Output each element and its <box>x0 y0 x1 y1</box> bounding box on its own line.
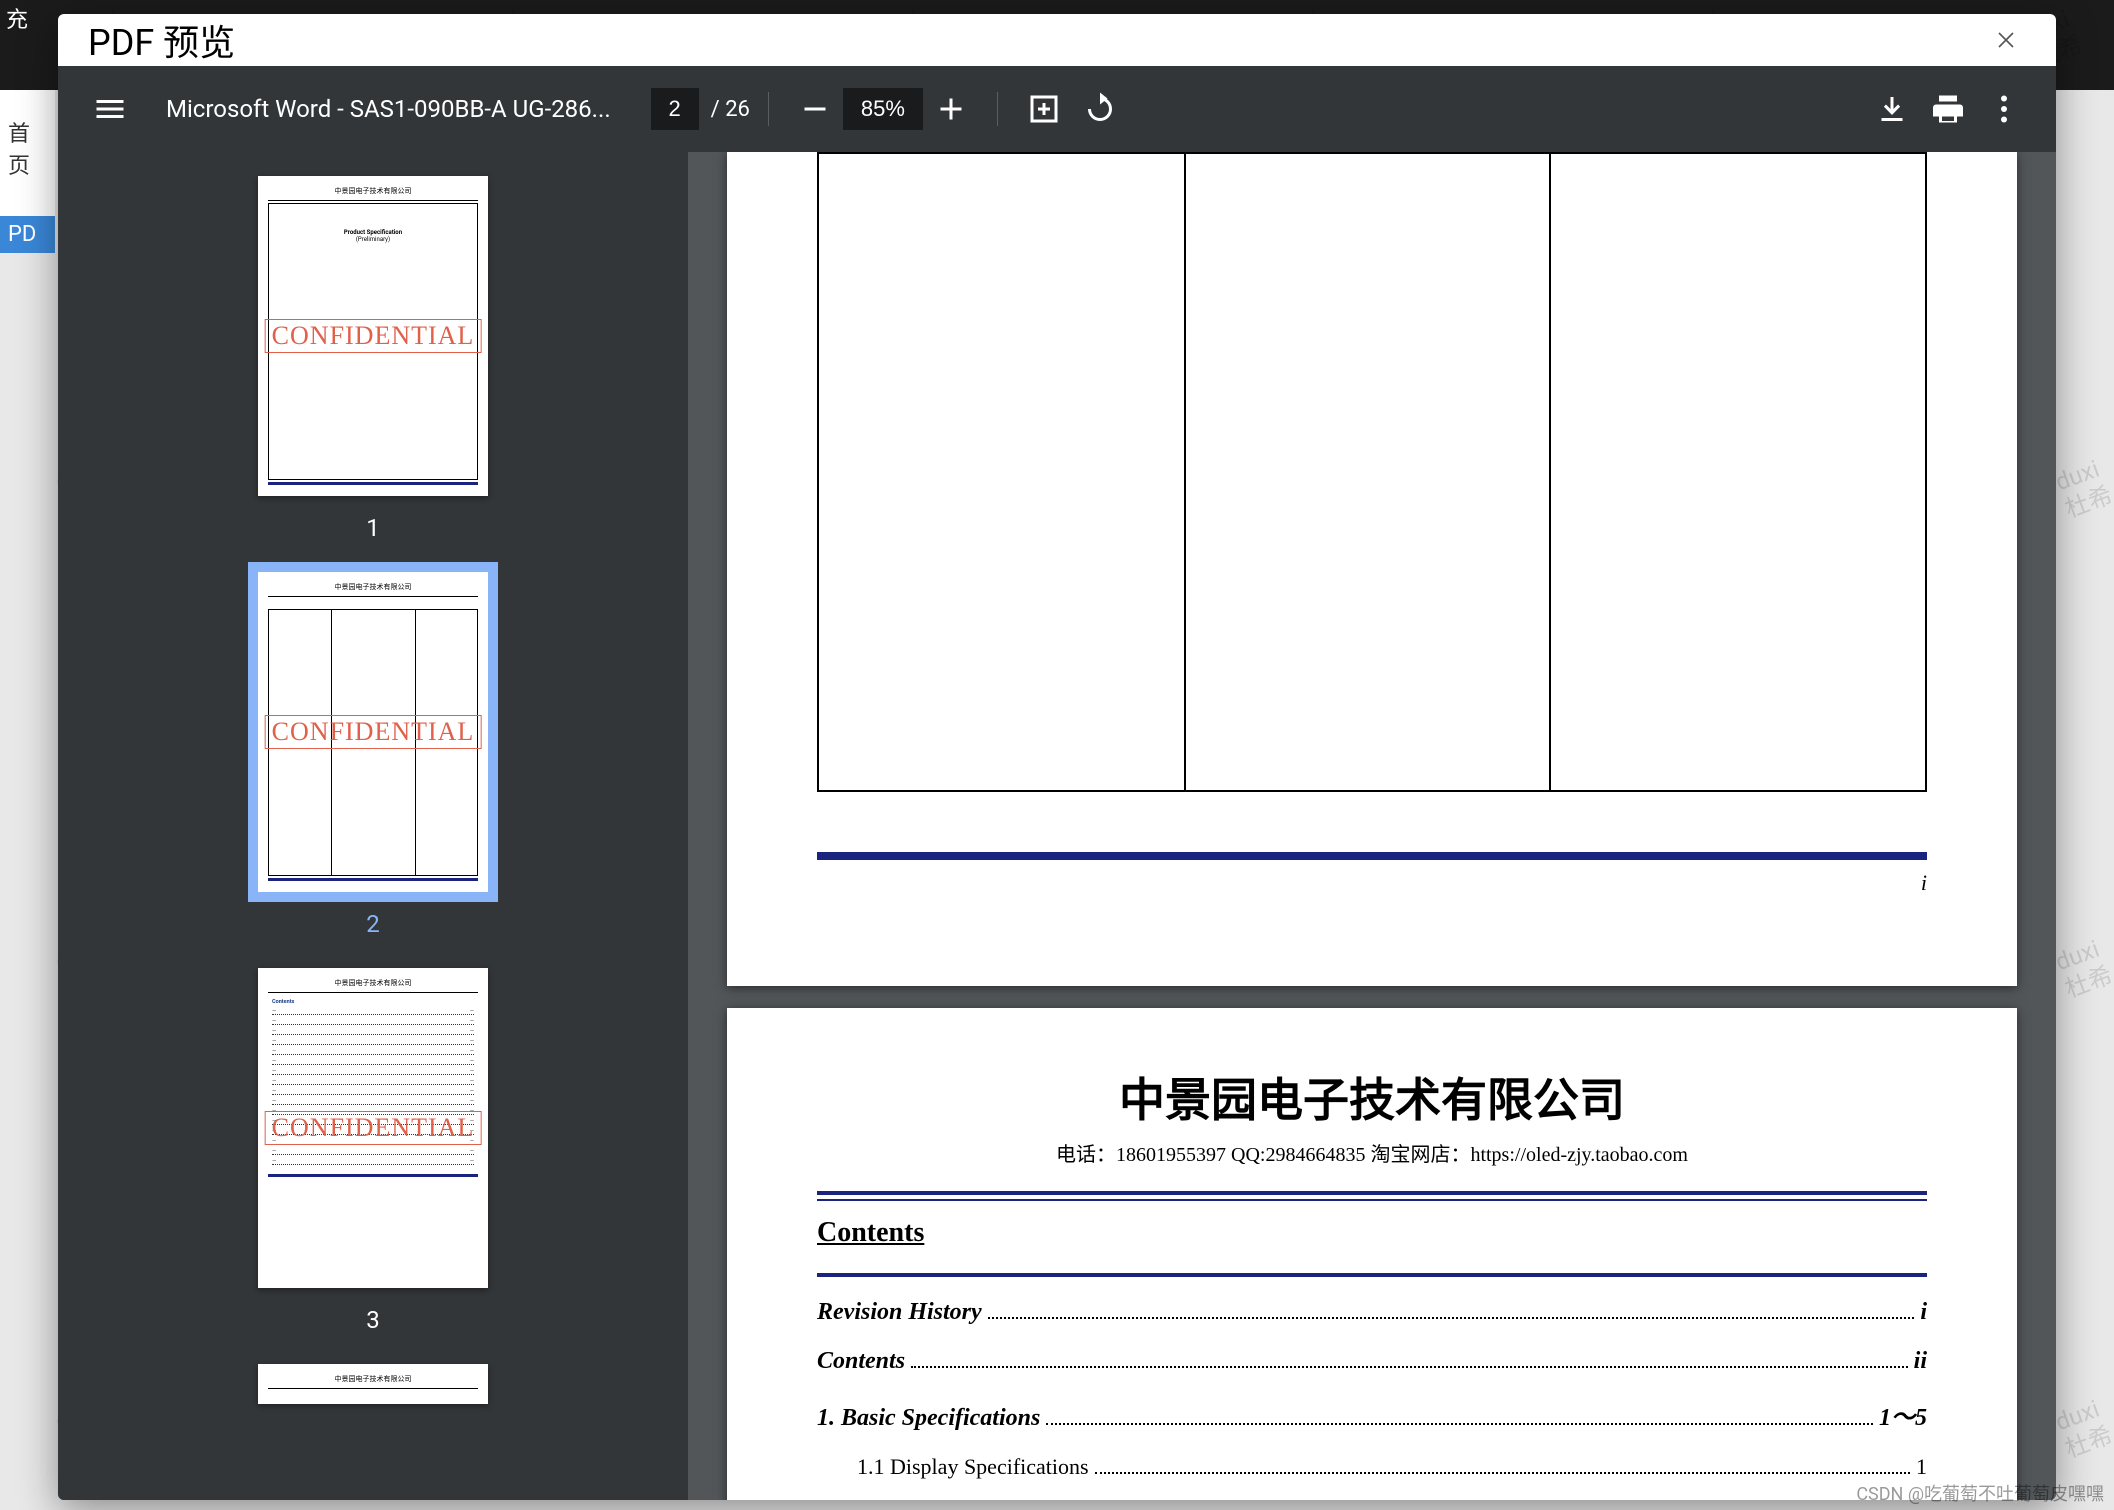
pdf-body: 中景园电子技术有限公司 Product Specification (Preli… <box>58 152 2056 1500</box>
company-name: 中景园电子技术有限公司 <box>817 1064 1927 1130</box>
thumbnail-page-4: 中景园电子技术有限公司 <box>258 1364 488 1404</box>
rotate-icon <box>1082 91 1118 127</box>
sidebar-toggle-button[interactable] <box>82 81 138 137</box>
zoom-in-button[interactable] <box>923 81 979 137</box>
print-button[interactable] <box>1920 81 1976 137</box>
bg-partial-text: 充 <box>6 2 28 34</box>
thumbnail-number: 3 <box>366 1306 380 1334</box>
toc-row: 1.1 Display Specifications 1 <box>817 1454 1927 1480</box>
page-2-content: i <box>727 152 2017 986</box>
toc-row: Contents ii <box>817 1348 1927 1375</box>
menu-icon <box>92 91 128 127</box>
rotate-button[interactable] <box>1072 81 1128 137</box>
bg-side-tabs: 首页 PD <box>0 90 55 220</box>
toc-row: 1. Basic Specifications 1～5 <box>817 1397 1927 1432</box>
page-view-area[interactable]: i 中景园电子技术有限公司 电话：18601955397 QQ:29846648… <box>688 152 2056 1500</box>
page-number-i: i <box>1921 870 1927 896</box>
page-2-bottom-rule <box>817 852 1927 860</box>
toc-page: 1～5 <box>1879 1397 1927 1432</box>
pdf-toolbar: Microsoft Word - SAS1-090BB-A UG-286... … <box>58 66 2056 152</box>
fit-page-button[interactable] <box>1016 81 1072 137</box>
thumb-header: 中景园电子技术有限公司 <box>268 1374 478 1384</box>
thumbnail-item[interactable]: 中景园电子技术有限公司 CONFIDENTIAL 2 <box>58 572 688 938</box>
thumbnail-page-3: 中景园电子技术有限公司 Contents —— —— —— —— —— —— —… <box>258 968 488 1288</box>
contents-underline <box>817 1273 1927 1277</box>
document-title: Microsoft Word - SAS1-090BB-A UG-286... <box>166 95 611 123</box>
thumbnail-page-2: 中景园电子技术有限公司 CONFIDENTIAL <box>258 572 488 892</box>
thumbnail-item[interactable]: 中景园电子技术有限公司 <box>58 1364 688 1404</box>
dialog-title: PDF 预览 <box>88 14 235 66</box>
toc-label: Revision History <box>817 1299 982 1326</box>
minus-icon <box>797 91 833 127</box>
company-contact: 电话：18601955397 QQ:2984664835 淘宝网店：https:… <box>817 1138 1927 1167</box>
toolbar-divider <box>768 92 769 126</box>
more-menu-button[interactable] <box>1976 81 2032 137</box>
contents-heading: Contents <box>817 1217 1927 1249</box>
thumbnail-page-1: 中景园电子技术有限公司 Product Specification (Preli… <box>258 176 488 496</box>
download-button[interactable] <box>1864 81 1920 137</box>
plus-icon <box>933 91 969 127</box>
toc-dots <box>988 1317 1915 1319</box>
confidential-stamp: CONFIDENTIAL <box>265 319 482 353</box>
thumb-spec-title: Product Specification <box>344 229 402 236</box>
thumb-header: 中景园电子技术有限公司 <box>268 978 478 988</box>
toc-label: 1.1 Display Specifications <box>857 1454 1089 1480</box>
toc-label: Contents <box>817 1348 905 1375</box>
thumbnail-panel[interactable]: 中景园电子技术有限公司 Product Specification (Preli… <box>58 152 688 1500</box>
bg-pdf-tab[interactable]: PD <box>0 216 55 253</box>
thumbnail-number: 2 <box>366 910 380 938</box>
thumb-header: 中景园电子技术有限公司 <box>268 186 478 196</box>
toc-row: Revision History i <box>817 1299 1927 1326</box>
page-total-label: / 26 <box>711 97 750 122</box>
confidential-stamp: CONFIDENTIAL <box>265 1111 482 1145</box>
pdf-viewer: Microsoft Word - SAS1-090BB-A UG-286... … <box>58 66 2056 1500</box>
thumbnail-item[interactable]: 中景园电子技术有限公司 Product Specification (Preli… <box>58 176 688 542</box>
zoom-out-button[interactable] <box>787 81 843 137</box>
toc-dots <box>1095 1472 1910 1474</box>
dialog-close-button[interactable] <box>1986 20 2026 60</box>
dialog-header: PDF 预览 <box>58 14 2056 66</box>
pdf-preview-dialog: PDF 预览 Microsoft Word - SAS1-090BB-A UG-… <box>58 14 2056 1500</box>
page-3-content: 中景园电子技术有限公司 电话：18601955397 QQ:2984664835… <box>727 1008 2017 1500</box>
thumb-header: 中景园电子技术有限公司 <box>268 582 478 592</box>
confidential-stamp: CONFIDENTIAL <box>265 715 482 749</box>
toolbar-divider <box>997 92 998 126</box>
thumb-spec-sub: (Preliminary) <box>356 236 390 243</box>
csdn-watermark: CSDN @吃葡萄不吐葡萄皮嘿嘿 <box>1846 1476 2114 1510</box>
zoom-input[interactable] <box>843 88 923 130</box>
bg-home-tab[interactable]: 首页 <box>0 110 55 186</box>
header-rule <box>817 1191 1927 1201</box>
download-icon <box>1874 91 1910 127</box>
page-2-table <box>817 152 1927 792</box>
print-icon <box>1930 91 1966 127</box>
toc-dots <box>1046 1423 1873 1425</box>
page-number-input[interactable] <box>651 88 699 130</box>
toc-dots <box>911 1366 1908 1368</box>
toc-label: 1. Basic Specifications <box>817 1405 1040 1432</box>
close-icon <box>1994 28 2018 52</box>
toc-page: ii <box>1914 1348 1927 1375</box>
fit-page-icon <box>1026 91 1062 127</box>
more-vert-icon <box>1986 91 2022 127</box>
toc-page: i <box>1920 1299 1927 1326</box>
thumbnail-number: 1 <box>366 514 380 542</box>
thumbnail-item[interactable]: 中景园电子技术有限公司 Contents —— —— —— —— —— —— —… <box>58 968 688 1334</box>
